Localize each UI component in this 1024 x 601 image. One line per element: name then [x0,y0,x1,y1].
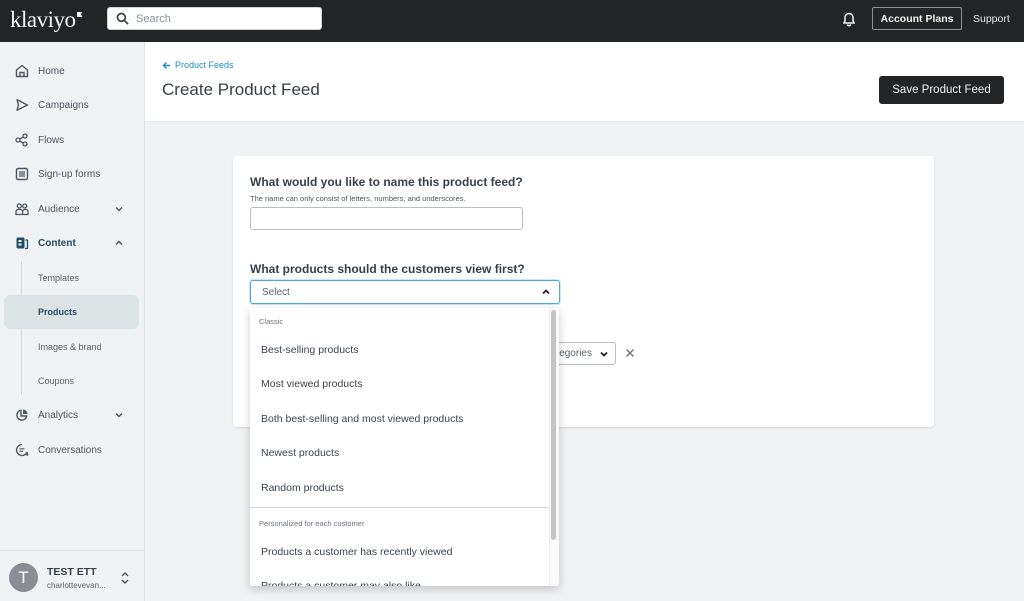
save-product-feed-button[interactable]: Save Product Feed [879,76,1004,104]
chevron-up-icon [542,289,550,295]
sidebar-subitem-label: Templates [38,273,80,283]
send-icon [16,99,29,111]
sidebar-subitem-templates[interactable]: Templates [4,261,139,295]
search-input[interactable] [136,8,316,29]
sidebar-item-signup-forms[interactable]: Sign-up forms [0,159,145,189]
conversations-icon [15,443,29,457]
top-nav-bar: klaviyo Account Plans Support [0,0,1024,42]
arrow-left-icon [162,61,170,69]
analytics-icon [16,409,28,421]
support-link[interactable]: Support [973,13,1010,25]
chevron-down-icon [600,351,608,357]
account-plans-button[interactable]: Account Plans [872,7,962,30]
menu-option-random[interactable]: Random products [250,471,549,505]
avatar: T [9,563,38,592]
sidebar-subitem-label: Images & brand [38,342,102,352]
sidebar-item-label: Conversations [38,444,102,456]
menu-option-recently-viewed[interactable]: Products a customer has recently viewed [250,535,549,569]
menu-option-may-also-like[interactable]: Products a customer may also like [250,569,549,586]
sidebar-item-label: Campaigns [38,99,89,111]
sidebar: Home Campaigns Flows Sign-up forms Audie… [0,42,145,601]
flows-icon [15,133,28,147]
logo-text: klaviyo [10,7,76,32]
feed-name-input[interactable] [250,207,523,230]
sidebar-subitem-images-brand[interactable]: Images & brand [4,330,139,364]
sidebar-subitem-products[interactable]: Products [4,295,139,329]
user-account-switcher[interactable]: T TEST ETT charlottevevan... [0,550,145,601]
notifications-bell-icon[interactable] [842,12,856,27]
sidebar-subitem-coupons[interactable]: Coupons [4,364,139,398]
logo-flag-icon [76,12,83,17]
sidebar-item-campaigns[interactable]: Campaigns [0,90,145,120]
products-order-dropdown-menu: Classic Best-selling products Most viewe… [250,308,559,586]
sidebar-subitem-label: Products [38,307,78,317]
user-name: TEST ETT [47,566,97,578]
remove-filter-close-icon[interactable] [625,348,635,358]
audience-icon [15,203,29,216]
menu-option-newest[interactable]: Newest products [250,436,549,470]
feed-name-question: What would you like to name this product… [250,175,523,189]
search-box[interactable] [107,7,322,30]
sidebar-item-label: Audience [38,203,80,215]
home-icon [15,64,29,78]
klaviyo-logo[interactable]: klaviyo [10,7,83,33]
sidebar-item-analytics[interactable]: Analytics [0,400,145,430]
menu-divider [250,507,549,508]
sidebar-item-audience[interactable]: Audience [0,194,145,224]
select-value: Select [262,286,290,298]
sidebar-item-conversations[interactable]: Conversations [0,435,145,465]
menu-option-best-selling[interactable]: Best-selling products [250,333,549,367]
sidebar-item-label: Flows [38,134,65,146]
sidebar-item-label: Sign-up forms [38,168,101,180]
content-icon [16,237,29,250]
sidebar-item-label: Content [38,237,76,249]
menu-scrollbar-thumb[interactable] [551,310,556,540]
menu-group-label-classic: Classic [259,317,284,326]
page-title: Create Product Feed [162,80,320,99]
page-header: Product Feeds Create Product Feed Save P… [145,42,1024,122]
menu-option-most-viewed[interactable]: Most viewed products [250,367,549,401]
sidebar-item-label: Home [38,65,65,77]
feed-name-help-text: The name can only consist of letters, nu… [250,194,466,203]
back-link-label: Product Feeds [175,60,234,70]
menu-group-label-personalized: Personalized for each customer [259,519,365,528]
form-icon [15,167,29,181]
chevron-down-icon[interactable] [114,410,124,420]
sidebar-item-home[interactable]: Home [0,56,145,86]
products-order-select[interactable]: Select [250,280,560,304]
sidebar-item-flows[interactable]: Flows [0,125,145,155]
products-view-first-question: What products should the customers view … [250,262,525,276]
sidebar-subitem-label: Coupons [38,376,75,386]
chevron-up-down-icon[interactable] [120,571,130,585]
sidebar-item-label: Analytics [38,409,79,421]
chevron-up-icon[interactable] [114,238,124,248]
back-to-product-feeds-link[interactable]: Product Feeds [162,60,234,70]
categories-select-value: egories [559,348,592,359]
search-icon [116,12,129,25]
sidebar-item-content[interactable]: Content [0,228,145,258]
user-email: charlottevevan... [47,581,106,590]
menu-option-best-selling-and-most-viewed[interactable]: Both best-selling and most viewed produc… [250,402,549,436]
chevron-down-icon[interactable] [114,204,124,214]
